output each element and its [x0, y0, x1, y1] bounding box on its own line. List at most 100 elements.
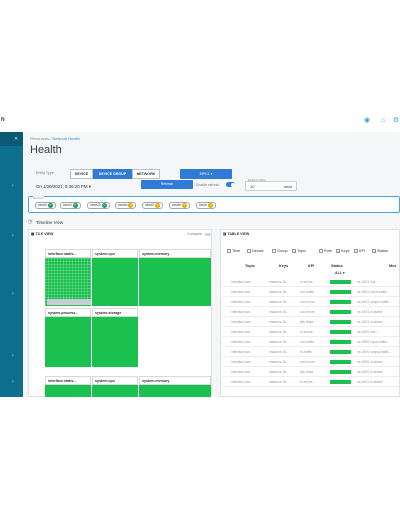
cell-kpi: out-errors [300, 310, 315, 314]
tile-system-memory[interactable]: system.memory [139, 249, 211, 306]
checkbox[interactable] [227, 249, 231, 253]
cell-message: xe-0/0/0 input-traffic... [357, 340, 390, 344]
chevron-down-icon: ▾ [210, 172, 213, 176]
device-chip[interactable]: ceurt20 × [87, 202, 110, 209]
entity-device-group-button[interactable]: DEVICE GROUP [93, 169, 132, 179]
device-chip[interactable]: ceurt1 × [60, 202, 81, 209]
tile-system-processes[interactable]: system.process... [45, 308, 91, 367]
column-kpi[interactable]: KPI [308, 264, 314, 268]
table-row[interactable]: interface.sta... instance-ID... out-traffi… [223, 338, 399, 347]
table-row[interactable]: interface.sta... instance-ID... link-flaps… [223, 368, 399, 377]
cell-topic: interface.sta... [231, 290, 253, 294]
table-row[interactable]: interface.sta... instance-ID... in-errors x… [223, 328, 399, 337]
chevron-right-icon[interactable]: › [12, 354, 17, 359]
cell-topic: interface.sta... [231, 380, 253, 384]
app-frame: N ◉ ⌂ ⚙ ✕ › › › › › Resources / Network … [0, 0, 400, 516]
tile-title: system.memory [139, 376, 211, 385]
checkbox[interactable] [292, 249, 296, 253]
user-circle-icon[interactable]: ◉ [362, 116, 372, 126]
top-bar: N ◉ ⌂ ⚙ [0, 112, 400, 132]
tile-title: interface.statis... [45, 249, 91, 258]
close-icon[interactable]: ✕ [14, 137, 19, 142]
status-bar [330, 370, 351, 374]
status-bar [330, 380, 351, 384]
compare-toggle[interactable] [205, 233, 211, 236]
tile-system-storage[interactable]: system.storage [92, 308, 138, 367]
checkbox[interactable] [319, 249, 323, 253]
tile-system-memory[interactable]: system.memory [139, 376, 211, 397]
chevron-right-icon[interactable]: › [12, 184, 17, 189]
cell-keys: instance-ID... [269, 380, 289, 384]
table-row[interactable]: interface.sta... instance-ID... in-errors x… [223, 278, 399, 287]
cell-kpi: in-errors [300, 380, 313, 384]
tile-gray-strip [47, 299, 91, 305]
checkbox[interactable] [336, 249, 340, 253]
entity-device-button[interactable]: DEVICE [70, 169, 93, 179]
device-chip[interactable]: ceurt0 × [142, 202, 163, 209]
cell-topic: interface.sta... [231, 340, 253, 344]
entity-network-button[interactable]: NETWORK [132, 169, 160, 179]
filter-status[interactable]: Status [372, 249, 388, 253]
table-row[interactable]: interface.sta... instance-ID... in-traffic… [223, 348, 399, 357]
cell-message: xe-0/0/0 link-... [357, 330, 380, 334]
cell-kpi: out-traffic [300, 290, 315, 294]
cell-keys: instance-ID... [269, 280, 289, 284]
filter-group[interactable]: Group [272, 249, 288, 253]
column-keys[interactable]: Keys [279, 264, 288, 268]
cell-keys: instance-ID... [269, 300, 289, 304]
device-chip[interactable]: ceurte × [169, 202, 190, 209]
close-icon[interactable]: × [47, 203, 53, 208]
share-icon[interactable]: ⌂ [378, 116, 388, 126]
column-topic[interactable]: Topic [245, 264, 255, 268]
refresh-button[interactable]: Refresh [141, 180, 193, 189]
refresh-interval-field[interactable]: Refresh Rate 10 secs [245, 178, 297, 191]
tile-title: system.process... [45, 308, 91, 317]
filter-time[interactable]: Time [227, 249, 240, 253]
tile-system-cpu[interactable]: system.cpu [92, 376, 138, 397]
device-chip[interactable]: ceurtr × [196, 202, 217, 209]
tile-system-cpu[interactable]: system.cpu [92, 249, 138, 306]
table-row[interactable]: interface.sta... instance-ID... out-errors… [223, 298, 399, 307]
checkbox[interactable] [272, 249, 276, 253]
date-picker[interactable]: On 1/20/2021, 8:36:20 PM ▾ [36, 184, 91, 190]
checkbox[interactable] [372, 249, 376, 253]
close-icon[interactable]: × [72, 203, 78, 208]
breadcrumb-root[interactable]: Resources [30, 136, 49, 141]
column-message[interactable]: Mes [389, 264, 396, 268]
table-row[interactable]: interface.sta... instance-ID... link-flaps… [223, 318, 399, 327]
table-row[interactable]: interface.sta... instance-ID... in-errors x… [223, 378, 399, 387]
chevron-right-icon[interactable]: › [12, 234, 17, 239]
checkbox[interactable] [354, 249, 358, 253]
close-icon[interactable]: × [154, 203, 160, 208]
device-group-dropdown[interactable]: MPC1 ▾ [180, 169, 232, 179]
table-row[interactable]: interface.sta... instance-ID... out-errors… [223, 358, 399, 367]
filter-topic[interactable]: Topic [292, 249, 306, 253]
status-bar [330, 300, 351, 304]
column-status[interactable]: Status [331, 264, 343, 268]
chevron-right-icon[interactable]: › [12, 292, 17, 297]
table-row[interactable]: interface.sta... instance-ID... out-errors… [223, 308, 399, 317]
close-icon[interactable]: × [181, 203, 187, 208]
enable-refresh-toggle[interactable] [226, 182, 235, 187]
devices-select[interactable]: Devices ceurt0 × ceurt1 × ceurt20 × ceurtw ×… [28, 196, 400, 213]
device-chip[interactable]: ceurt0 × [35, 202, 56, 209]
filter-kpi[interactable]: KPI [354, 249, 365, 253]
filter-device[interactable]: Device [247, 249, 264, 253]
status-filter[interactable]: ALL ▾ [335, 271, 345, 275]
tile-title: system.cpu [92, 376, 138, 385]
settings-icon[interactable]: ⚙ [391, 116, 400, 126]
chevron-right-icon[interactable]: › [12, 380, 17, 385]
close-icon[interactable]: × [128, 203, 134, 208]
tile-interface-statistics[interactable]: interface.statis... [45, 376, 91, 397]
cell-topic: interface.sta... [231, 310, 253, 314]
timeline-view-toggle[interactable]: Timeline View [36, 220, 63, 225]
table-row[interactable]: interface.sta... instance-ID... out-traffi… [223, 288, 399, 297]
filter-keys[interactable]: Keys [336, 249, 349, 253]
filter-rule[interactable]: Rule [319, 249, 332, 253]
close-icon[interactable]: × [101, 203, 107, 208]
compare-label: Compare [187, 232, 202, 236]
close-icon[interactable]: × [208, 203, 214, 208]
checkbox[interactable] [247, 249, 251, 253]
tile-interface-statistics[interactable]: interface.statis... [45, 249, 91, 306]
device-chip[interactable]: ceurtw × [115, 202, 137, 209]
